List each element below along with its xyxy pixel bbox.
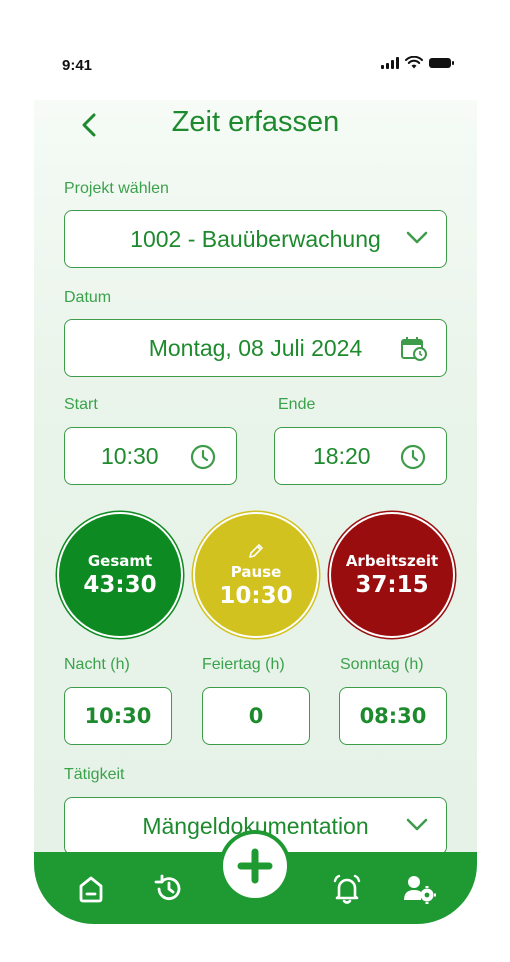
- nav-history[interactable]: [152, 872, 186, 906]
- system-icons: [381, 56, 455, 69]
- work-time-summary: Arbeitszeit 37:15: [331, 514, 453, 636]
- project-value: 1002 - Bauüberwachung: [130, 225, 381, 252]
- night-label: Nacht (h): [64, 656, 130, 673]
- header: Zeit erfassen: [34, 100, 477, 150]
- history-icon: [154, 874, 181, 901]
- sunday-hours-field[interactable]: 08:30: [339, 687, 447, 745]
- project-select[interactable]: 1002 - Bauüberwachung: [64, 210, 447, 268]
- project-label: Projekt wählen: [64, 180, 169, 197]
- total-label: Gesamt: [87, 552, 153, 570]
- holiday-label: Feiertag (h): [202, 656, 285, 673]
- status-time: 9:41: [62, 57, 93, 74]
- chevron-down-icon: [406, 231, 428, 244]
- bell-icon: [333, 874, 361, 904]
- signal-icon: [381, 56, 399, 69]
- activity-label: Tätigkeit: [64, 766, 125, 783]
- add-icon: [237, 848, 273, 884]
- pause-value: 10:30: [219, 583, 293, 609]
- total-value: 43:30: [83, 572, 157, 598]
- add-entry-button[interactable]: [223, 834, 287, 898]
- wifi-icon: [405, 56, 423, 69]
- sunday-label: Sonntag (h): [340, 656, 424, 673]
- battery-icon: [429, 57, 454, 68]
- night-hours-field[interactable]: 10:30: [64, 687, 172, 745]
- user-settings-icon: [404, 876, 436, 904]
- nav-notifications[interactable]: [330, 872, 364, 906]
- pause-label: Pause: [230, 563, 282, 581]
- date-value: Montag, 08 Juli 2024: [148, 334, 363, 361]
- start-time-value: 10:30: [101, 442, 159, 469]
- start-time-field[interactable]: 10:30: [64, 427, 237, 485]
- work-time-label: Arbeitszeit: [345, 552, 439, 570]
- end-time-value: 18:20: [313, 442, 371, 469]
- home-icon: [79, 876, 103, 903]
- date-label: Datum: [64, 289, 112, 306]
- work-time-value: 37:15: [355, 572, 429, 598]
- nav-user-settings[interactable]: [402, 872, 436, 906]
- chevron-down-icon: [406, 818, 428, 831]
- end-label: Ende: [278, 396, 316, 413]
- calendar-clock-icon[interactable]: [400, 336, 428, 362]
- holiday-hours-field[interactable]: 0: [202, 687, 310, 745]
- end-time-field[interactable]: 18:20: [274, 427, 447, 485]
- nav-home[interactable]: [74, 872, 108, 906]
- pause-summary[interactable]: Pause 10:30: [195, 514, 317, 636]
- page-title: Zeit erfassen: [171, 106, 340, 138]
- phone-screen: 9:41 Zeit erfassen Projekt wählen 1002 -…: [34, 40, 477, 924]
- start-label: Start: [64, 396, 98, 413]
- clock-icon: [190, 444, 216, 470]
- total-summary: Gesamt 43:30: [59, 514, 181, 636]
- clock-icon: [400, 444, 426, 470]
- edit-icon[interactable]: [246, 541, 266, 561]
- date-field[interactable]: Montag, 08 Juli 2024: [64, 319, 447, 377]
- status-bar: 9:41: [34, 40, 477, 100]
- bottom-navigation: [34, 834, 477, 924]
